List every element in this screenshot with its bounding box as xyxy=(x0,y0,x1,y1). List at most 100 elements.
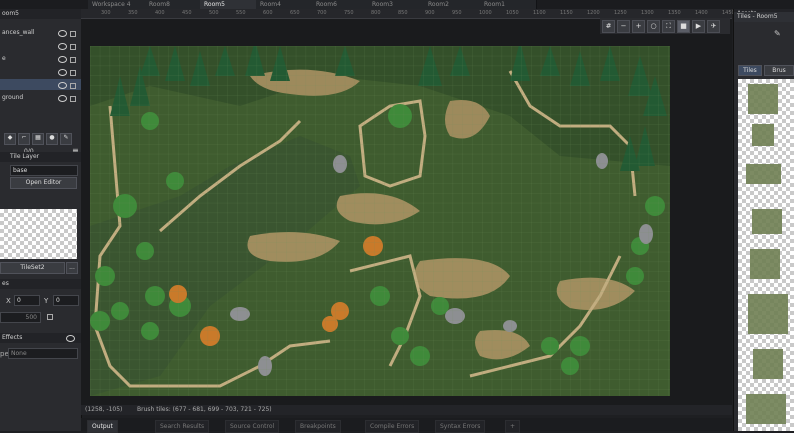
tab-workspace[interactable]: Workspace 4 xyxy=(88,0,147,9)
ruler-tick: 1250 xyxy=(614,10,627,16)
tab-room6[interactable]: Room6 xyxy=(312,0,369,9)
open-editor-button[interactable]: Open Editor xyxy=(10,177,77,189)
layer-label: ances_wall xyxy=(2,29,35,36)
lock-icon[interactable] xyxy=(47,314,53,320)
tileset-preview[interactable] xyxy=(0,209,77,259)
layer-tool-icon[interactable]: ● xyxy=(46,133,58,145)
ruler-tick: 1350 xyxy=(668,10,681,16)
layer-label: ground xyxy=(2,94,24,101)
zoom-in-icon[interactable]: + xyxy=(632,20,645,33)
layer-row[interactable]: ground xyxy=(0,92,81,103)
ruler-tick: 700 xyxy=(317,10,327,16)
layer-row[interactable] xyxy=(0,66,81,77)
pencil-icon[interactable]: ✎ xyxy=(774,29,781,38)
tab-source-control[interactable]: Source Control xyxy=(225,420,280,433)
eye-icon[interactable] xyxy=(66,335,75,342)
layer-tool-icon[interactable]: ✎ xyxy=(60,133,72,145)
tab-room4[interactable]: Room4 xyxy=(256,0,313,9)
effect-type-select[interactable]: None xyxy=(8,348,78,359)
eye-icon[interactable] xyxy=(58,56,67,63)
play-icon[interactable]: ▶ xyxy=(692,20,705,33)
stop-icon[interactable]: ■ xyxy=(677,20,690,33)
tileset-more-button[interactable]: ... xyxy=(66,262,78,274)
ruler-tick: 1100 xyxy=(533,10,546,16)
tab-room5[interactable]: Room5 xyxy=(200,0,257,9)
eye-icon[interactable] xyxy=(58,30,67,37)
ruler-tick: 300 xyxy=(101,10,111,16)
tab-room8[interactable]: Room8 xyxy=(145,0,202,9)
layer-tool-icon[interactable]: ⌐ xyxy=(18,133,30,145)
brush-info: Brush tiles: (677 - 681, 699 - 703, 721 … xyxy=(137,406,272,413)
tab-room1[interactable]: Room1 xyxy=(480,0,537,9)
properties-label: es xyxy=(2,280,9,287)
fit-icon[interactable]: ⛶ xyxy=(662,20,675,33)
lock-icon[interactable] xyxy=(70,57,76,63)
tab-compile-errors[interactable]: Compile Errors xyxy=(365,420,420,433)
grid-icon[interactable]: # xyxy=(602,20,615,33)
zoom-out-icon[interactable]: − xyxy=(617,20,630,33)
ruler-tick: 800 xyxy=(371,10,381,16)
tab-room2[interactable]: Room2 xyxy=(424,0,481,9)
lock-icon[interactable] xyxy=(70,83,76,89)
ruler-tick: 550 xyxy=(236,10,246,16)
effects-label: Effects xyxy=(2,334,23,341)
ruler-tick: 450 xyxy=(182,10,192,16)
y-offset-input[interactable]: 0 xyxy=(53,295,79,306)
tab-syntax-errors[interactable]: Syntax Errors xyxy=(435,420,486,433)
room-title: oom5 xyxy=(2,10,20,17)
room-header: oom5 xyxy=(0,9,81,19)
zoom-reset-icon[interactable]: ○ xyxy=(647,20,660,33)
tilemap-view[interactable] xyxy=(90,46,670,396)
lock-icon[interactable] xyxy=(70,70,76,76)
layer-row[interactable]: e xyxy=(0,53,81,64)
ruler-tick: 350 xyxy=(128,10,138,16)
output-tabs: Output Search Results Source Control Bre… xyxy=(81,418,732,433)
tileset-palette[interactable] xyxy=(738,79,794,431)
ruler-tick: 600 xyxy=(263,10,273,16)
tileset-art xyxy=(746,84,788,424)
ruler-tick: 950 xyxy=(452,10,462,16)
ruler-tick: 1200 xyxy=(587,10,600,16)
tab-tiles[interactable]: Tiles xyxy=(738,65,762,76)
layer-row[interactable] xyxy=(0,40,81,51)
ruler-tick: 1150 xyxy=(560,10,573,16)
tab-room3[interactable]: Room3 xyxy=(368,0,425,9)
lock-icon[interactable] xyxy=(70,31,76,37)
tab-search-results[interactable]: Search Results xyxy=(155,420,210,433)
status-bar: (1258, -105) Brush tiles: (677 - 681, 69… xyxy=(81,405,732,415)
tiles-panel: Assets Tiles - Room5 ✎ Tiles Brus xyxy=(733,9,794,431)
lock-icon[interactable] xyxy=(70,44,76,50)
eye-icon[interactable] xyxy=(58,82,67,89)
layer-row[interactable]: ances_wall xyxy=(0,27,81,38)
tile-layer-title: Tile Layer xyxy=(10,153,40,160)
tab-breakpoints[interactable]: Breakpoints xyxy=(295,420,341,433)
tiles-title: Tiles - Room5 xyxy=(737,13,778,20)
layer-tool-icon[interactable]: ▦ xyxy=(32,133,44,145)
depth-input[interactable]: 500 xyxy=(0,312,41,323)
lock-icon[interactable] xyxy=(70,96,76,102)
tab-brushes[interactable]: Brus xyxy=(764,65,794,76)
ruler-tick: 1300 xyxy=(641,10,654,16)
tile-layer-name-input[interactable]: base xyxy=(10,165,78,176)
eye-icon[interactable] xyxy=(58,43,67,50)
tileset-select[interactable]: TileSet2 xyxy=(0,262,65,274)
add-layer-icon[interactable]: ◆ xyxy=(4,133,16,145)
eye-icon[interactable] xyxy=(58,69,67,76)
add-tab-button[interactable]: + xyxy=(505,420,521,433)
cursor-coords: (1258, -105) xyxy=(85,406,123,413)
ruler-tick: 850 xyxy=(398,10,408,16)
properties-header: es xyxy=(0,279,81,289)
ruler-tick: 750 xyxy=(344,10,354,16)
eye-icon[interactable] xyxy=(58,95,67,102)
ruler-tick: 650 xyxy=(290,10,300,16)
x-offset-input[interactable]: 0 xyxy=(14,295,40,306)
ruler-tick: 1000 xyxy=(479,10,492,16)
tab-output[interactable]: Output xyxy=(87,420,118,433)
export-icon[interactable]: ✈ xyxy=(707,20,720,33)
ruler-tick: 900 xyxy=(425,10,435,16)
x-label: X xyxy=(6,297,11,305)
ruler-tick: 1400 xyxy=(695,10,708,16)
layer-row-selected[interactable] xyxy=(0,79,81,90)
tiles-title-bar: Tiles - Room5 xyxy=(734,12,794,22)
y-label: Y xyxy=(44,297,49,305)
